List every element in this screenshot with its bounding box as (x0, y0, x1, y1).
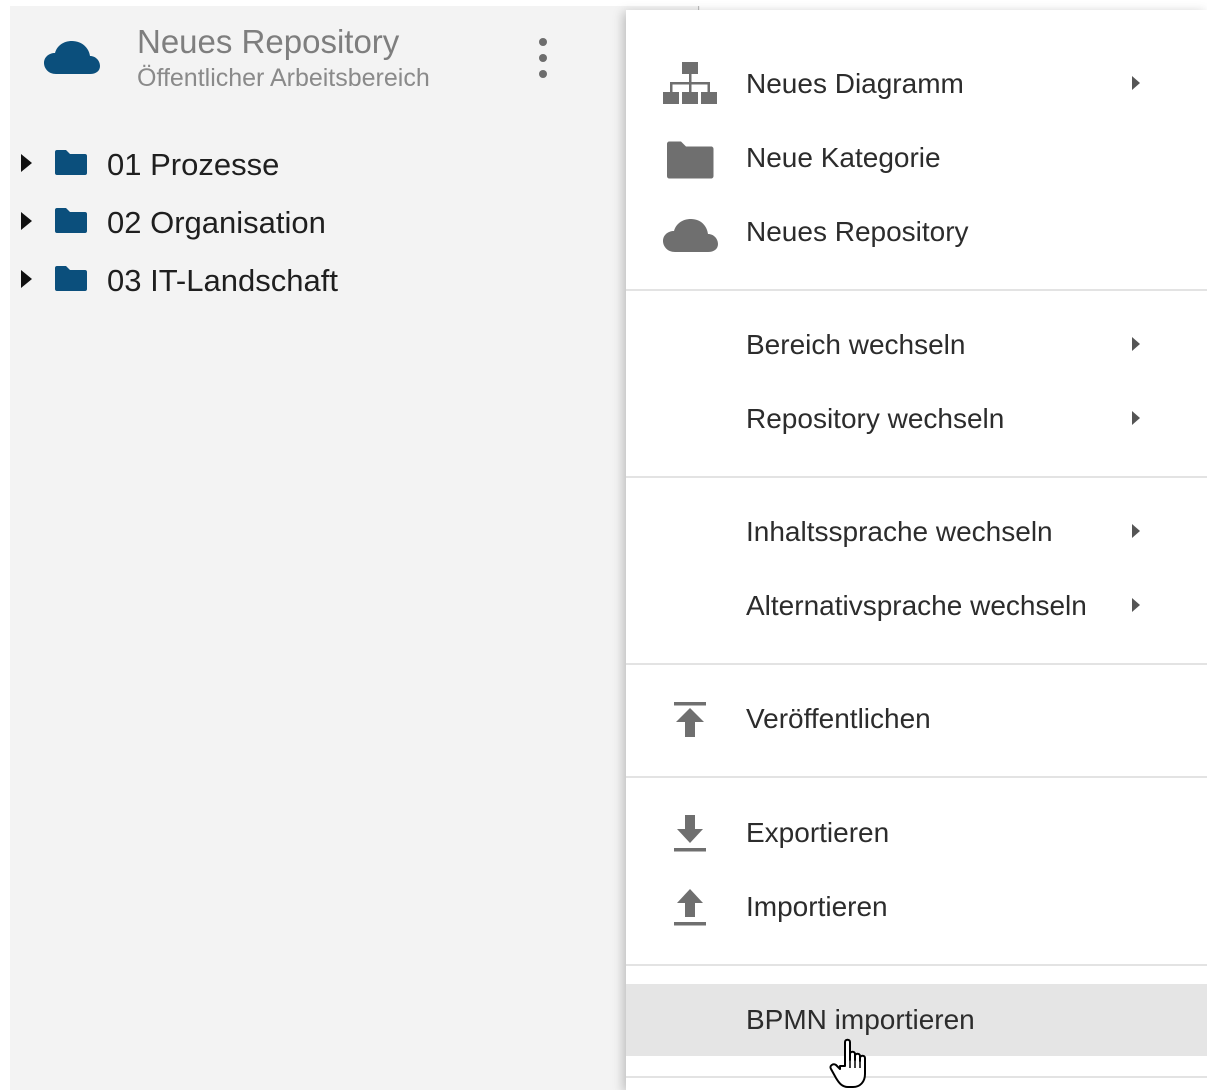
menu-item-label: Alternativsprache wechseln (746, 590, 1087, 621)
menu-item-publish[interactable]: Veröffentlichen (626, 683, 1207, 755)
menu-item-new-diagram[interactable]: Neues Diagramm (626, 48, 1207, 120)
category-tree: 01 Prozesse 02 Organisation 03 IT-Landsc… (10, 136, 610, 310)
repository-header: Neues Repository Öffentlicher Arbeitsber… (10, 6, 630, 106)
menu-divider (626, 964, 1207, 966)
menu-divider (626, 289, 1207, 291)
repository-title: Neues Repository (137, 23, 400, 60)
menu-item-switch-alternative-language[interactable]: Alternativsprache wechseln (626, 570, 1207, 642)
tree-item-organisation[interactable]: 02 Organisation (10, 194, 610, 252)
expand-caret-icon[interactable] (21, 212, 32, 230)
tree-item-label: 03 IT-Landschaft (107, 263, 338, 298)
tree-item-it-landschaft[interactable]: 03 IT-Landschaft (10, 252, 610, 310)
folder-icon (55, 266, 87, 291)
folder-icon (667, 141, 714, 179)
cloud-icon (663, 219, 718, 252)
vertical-dots-icon[interactable] (532, 36, 554, 80)
submenu-arrow-icon (1132, 598, 1140, 612)
menu-item-label: BPMN importieren (746, 1004, 975, 1035)
upload-icon (674, 889, 706, 926)
menu-item-switch-repository[interactable]: Repository wechseln (626, 383, 1207, 455)
menu-item-label: Exportieren (746, 817, 890, 848)
menu-item-label: Neue Kategorie (746, 142, 941, 173)
expand-caret-icon[interactable] (21, 270, 32, 288)
menu-item-import[interactable]: Importieren (626, 871, 1207, 943)
menu-item-label: Bereich wechseln (746, 329, 966, 360)
publish-icon (674, 702, 706, 737)
repository-sidebar: Neues Repository Öffentlicher Arbeitsber… (10, 6, 700, 1090)
tree-item-label: 02 Organisation (107, 205, 326, 240)
menu-divider (626, 776, 1207, 778)
submenu-arrow-icon (1132, 337, 1140, 351)
submenu-arrow-icon (1132, 524, 1140, 538)
cloud-icon (44, 41, 100, 74)
submenu-arrow-icon (1132, 76, 1140, 90)
context-menu: Neues Diagramm Neue Kategorie Neues Repo… (626, 10, 1207, 1090)
menu-item-export[interactable]: Exportieren (626, 797, 1207, 869)
menu-item-new-repository[interactable]: Neues Repository (626, 196, 1207, 268)
tree-item-label: 01 Prozesse (107, 147, 280, 182)
menu-item-new-category[interactable]: Neue Kategorie (626, 122, 1207, 194)
download-icon (674, 815, 706, 852)
sitemap-icon (663, 62, 717, 104)
menu-item-bpmn-import[interactable]: BPMN importieren (626, 984, 1207, 1056)
menu-item-label: Inhaltssprache wechseln (746, 516, 1053, 547)
menu-item-label: Neues Diagramm (746, 68, 964, 99)
folder-icon (55, 208, 87, 233)
expand-caret-icon[interactable] (21, 154, 32, 172)
menu-item-label: Repository wechseln (746, 403, 1005, 434)
folder-icon (55, 150, 87, 175)
menu-item-switch-content-language[interactable]: Inhaltssprache wechseln (626, 496, 1207, 568)
submenu-arrow-icon (1132, 411, 1140, 425)
menu-item-label: Veröffentlichen (746, 703, 931, 734)
menu-item-switch-area[interactable]: Bereich wechseln (626, 309, 1207, 381)
menu-divider (626, 1076, 1207, 1078)
menu-divider (626, 476, 1207, 478)
menu-item-label: Importieren (746, 891, 888, 922)
repository-subtitle: Öffentlicher Arbeitsbereich (137, 64, 430, 92)
menu-divider (626, 663, 1207, 665)
tree-item-prozesse[interactable]: 01 Prozesse (10, 136, 610, 194)
menu-item-label: Neues Repository (746, 216, 969, 247)
